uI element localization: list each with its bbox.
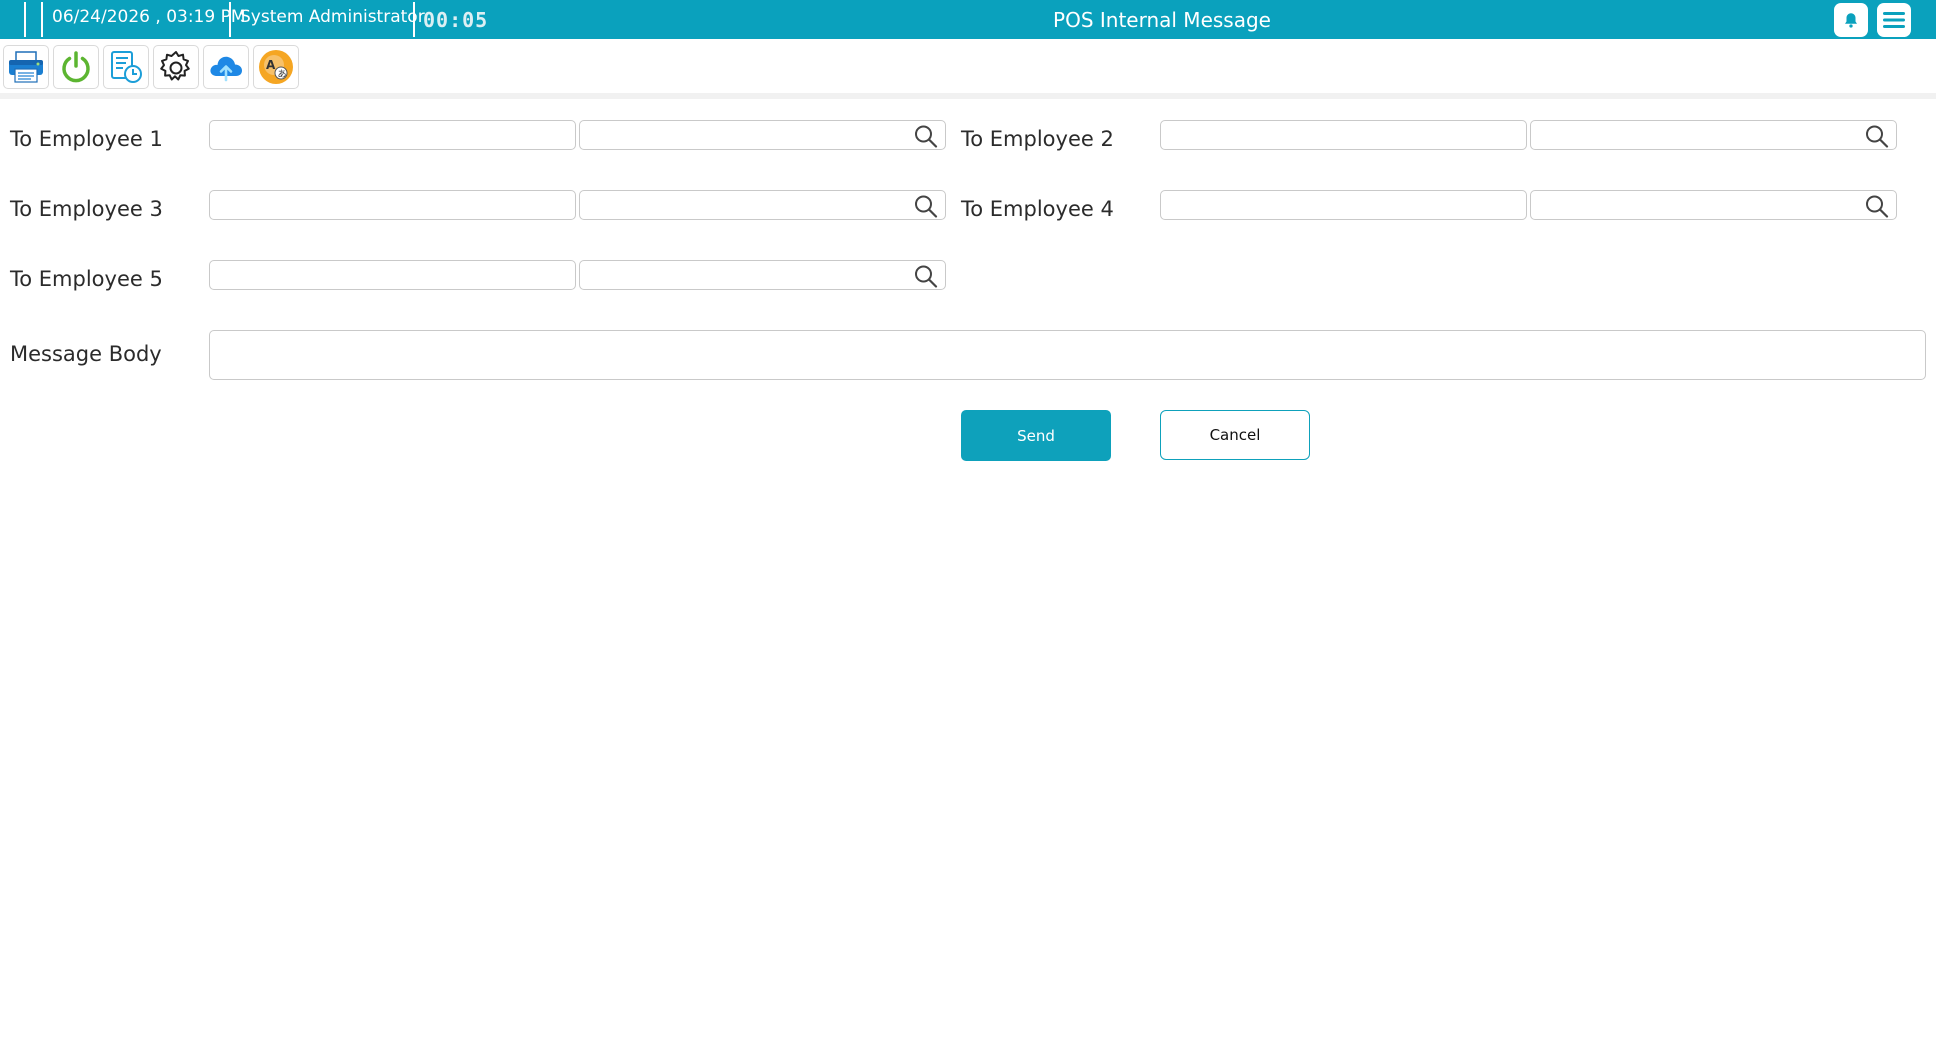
to-employee-5-code-input[interactable] — [210, 261, 575, 289]
to-employee-1-name-field[interactable] — [579, 120, 946, 150]
report-history-button[interactable] — [103, 45, 149, 89]
send-button[interactable]: Send — [961, 410, 1111, 461]
search-icon[interactable] — [1864, 194, 1890, 218]
to-employee-1-code-input[interactable] — [210, 121, 575, 149]
settings-button[interactable] — [153, 45, 199, 89]
top-bar: 06/24/2026 , 03:19 PM System Administrat… — [0, 0, 1936, 39]
to-employee-1-name-input[interactable] — [580, 121, 945, 149]
session-timer: 00:05 — [423, 8, 489, 32]
to-employee-3-label: To Employee 3 — [10, 197, 163, 221]
language-translate-icon: A あ — [259, 50, 293, 84]
search-icon[interactable] — [913, 194, 939, 218]
to-employee-3-code-input[interactable] — [210, 191, 575, 219]
to-employee-4-label: To Employee 4 — [961, 197, 1114, 221]
header-divider — [413, 2, 415, 37]
header-divider — [41, 2, 43, 37]
to-employee-4-name-field[interactable] — [1530, 190, 1897, 220]
header-user-name: System Administrator — [240, 7, 425, 27]
cloud-upload-button[interactable] — [203, 45, 249, 89]
printer-icon — [9, 51, 43, 83]
to-employee-5-label: To Employee 5 — [10, 267, 163, 291]
search-icon[interactable] — [1864, 124, 1890, 148]
cloud-upload-icon — [210, 56, 242, 82]
cancel-button[interactable]: Cancel — [1160, 410, 1310, 460]
header-divider — [229, 2, 231, 37]
svg-text:あ: あ — [278, 69, 287, 80]
to-employee-5-name-field[interactable] — [579, 260, 946, 290]
to-employee-1-code-field[interactable] — [209, 120, 576, 150]
power-icon — [62, 51, 90, 83]
message-body-label: Message Body — [10, 342, 162, 366]
to-employee-4-code-input[interactable] — [1161, 191, 1526, 219]
toolbar-divider — [0, 93, 1936, 99]
main-menu-button[interactable] — [1877, 3, 1911, 37]
to-employee-5-code-field[interactable] — [209, 260, 576, 290]
to-employee-5-name-input[interactable] — [580, 261, 945, 289]
to-employee-2-code-input[interactable] — [1161, 121, 1526, 149]
message-body-field[interactable] — [209, 330, 1926, 380]
to-employee-4-name-input[interactable] — [1531, 191, 1896, 219]
svg-text:A: A — [266, 58, 276, 72]
to-employee-2-name-field[interactable] — [1530, 120, 1897, 150]
message-body-input[interactable] — [210, 331, 1925, 379]
document-clock-icon — [111, 51, 142, 83]
to-employee-3-name-field[interactable] — [579, 190, 946, 220]
hamburger-menu-icon — [1883, 12, 1905, 28]
to-employee-2-label: To Employee 2 — [961, 127, 1114, 151]
search-icon[interactable] — [913, 124, 939, 148]
to-employee-2-code-field[interactable] — [1160, 120, 1527, 150]
to-employee-4-code-field[interactable] — [1160, 190, 1527, 220]
search-icon[interactable] — [913, 264, 939, 288]
header-date-time: 06/24/2026 , 03:19 PM — [52, 7, 246, 27]
to-employee-1-label: To Employee 1 — [10, 127, 163, 151]
header-divider — [24, 2, 26, 37]
power-button[interactable] — [53, 45, 99, 89]
to-employee-3-name-input[interactable] — [580, 191, 945, 219]
notifications-button[interactable] — [1834, 3, 1868, 37]
language-button[interactable]: A あ — [253, 45, 299, 89]
bell-icon — [1845, 13, 1857, 28]
print-button[interactable] — [3, 45, 49, 89]
gear-icon — [160, 51, 190, 81]
to-employee-3-code-field[interactable] — [209, 190, 576, 220]
to-employee-2-name-input[interactable] — [1531, 121, 1896, 149]
